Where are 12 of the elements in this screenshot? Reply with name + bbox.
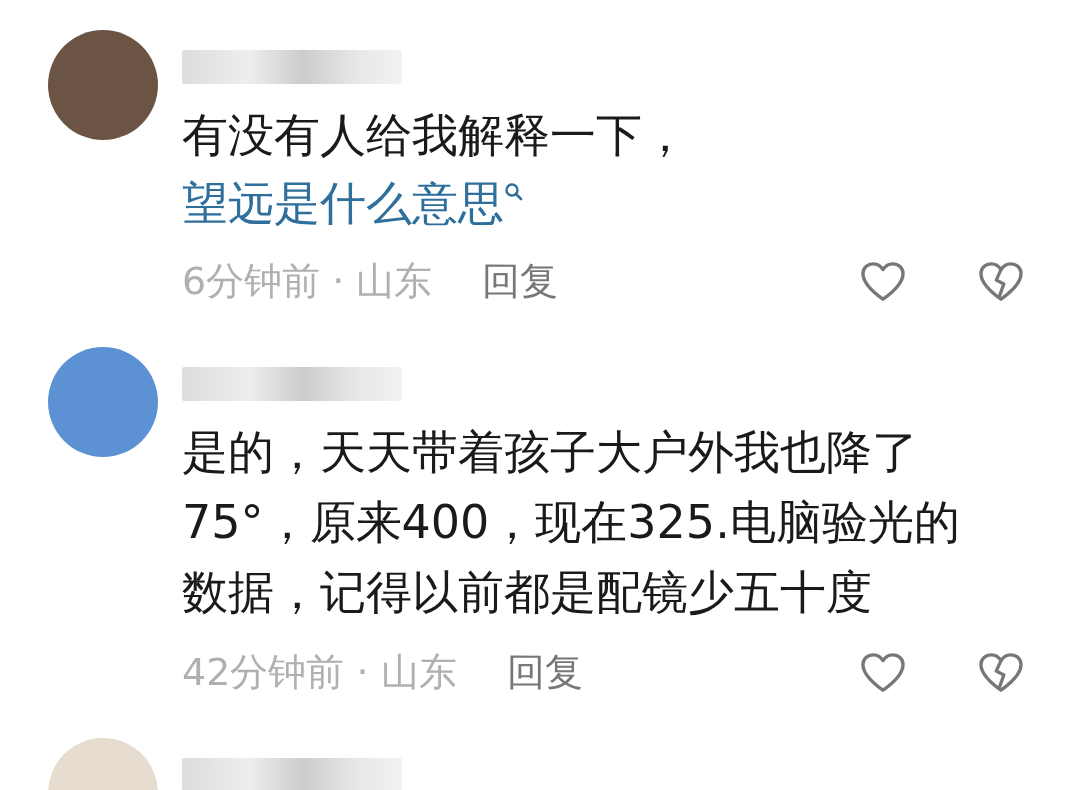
search-link[interactable]: 望远是什么意思	[182, 170, 504, 236]
comment-text: 有没有人给我解释一下，	[182, 107, 689, 164]
reply-button[interactable]: 回复	[506, 647, 583, 698]
broken-heart-icon[interactable]	[978, 651, 1024, 694]
heart-icon[interactable]	[860, 260, 906, 303]
comment-time-location: 42分钟前 · 山东	[182, 649, 457, 696]
comment-text: 是的，天天带着孩子大户外我也降了75°，原来400，现在325.电脑验光的数据，记得以前都是配镜少五十度	[182, 424, 961, 621]
heart-icon[interactable]	[860, 651, 906, 694]
reply-button[interactable]: 回复	[482, 256, 559, 307]
broken-heart-icon[interactable]	[978, 260, 1024, 303]
comment-time-location: 6分钟前 · 山东	[182, 258, 433, 305]
search-icon[interactable]	[504, 182, 524, 202]
